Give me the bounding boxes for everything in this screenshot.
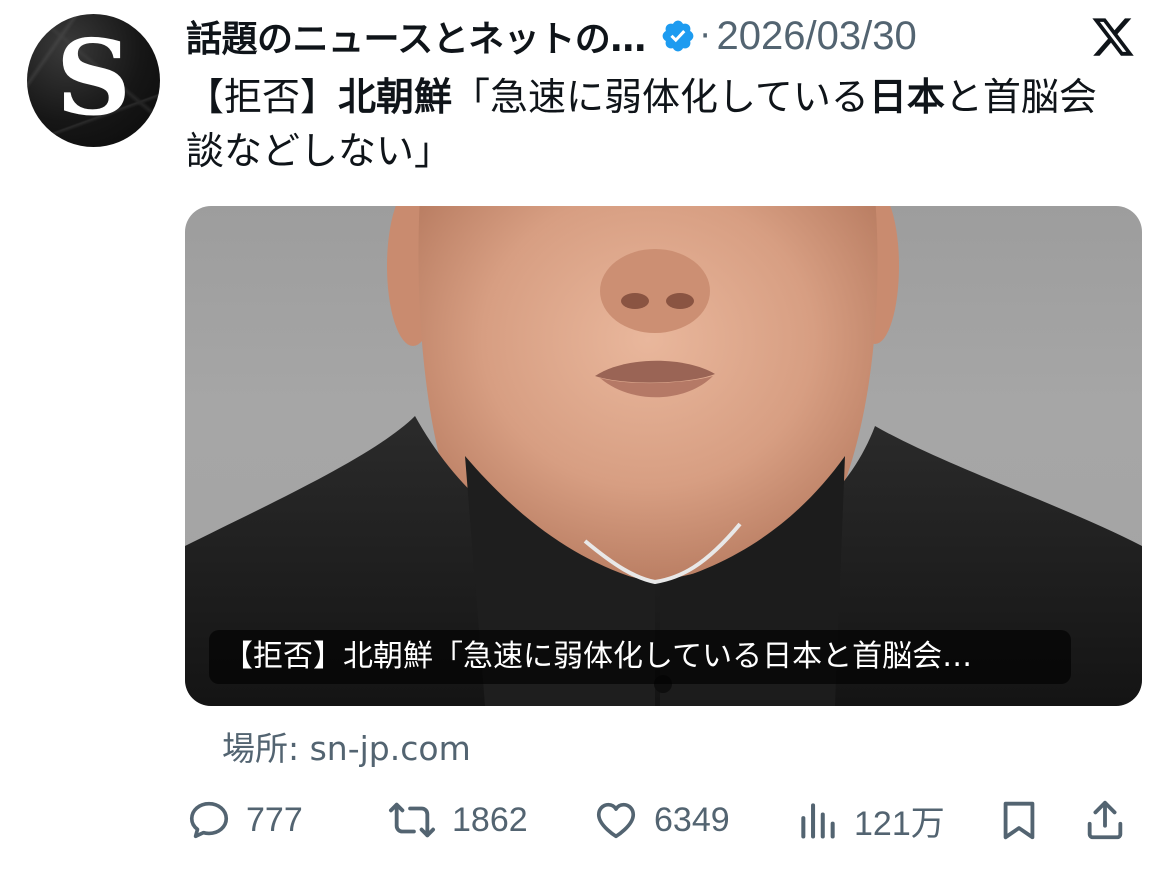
avatar-letter: S xyxy=(55,16,132,139)
reply-button[interactable]: 777 xyxy=(186,792,303,848)
post-text-part-bold: 日本 xyxy=(868,75,945,119)
card-source[interactable]: 場所: sn-jp.com xyxy=(222,722,471,770)
share-button[interactable] xyxy=(1082,792,1128,848)
post-header: 話題のニュースとネットの… · 2026/03/30 xyxy=(186,8,917,64)
link-card[interactable]: 【拒否】北朝鮮「急速に弱体化している日本と首脳会… xyxy=(185,206,1142,706)
repost-icon xyxy=(388,802,435,838)
like-count: 6349 xyxy=(654,800,730,839)
bookmark-icon xyxy=(1003,801,1035,840)
share-icon xyxy=(1087,800,1123,840)
repost-count: 1862 xyxy=(452,800,528,839)
reply-count: 777 xyxy=(246,800,303,839)
views-button[interactable]: 121万 xyxy=(796,792,945,848)
post-date[interactable]: 2026/03/30 xyxy=(717,14,917,59)
repost-button[interactable]: 1862 xyxy=(386,792,528,848)
author-avatar[interactable]: S xyxy=(27,14,160,147)
card-caption: 【拒否】北朝鮮「急速に弱体化している日本と首脳会… xyxy=(209,630,1071,684)
verified-badge-icon xyxy=(662,20,694,52)
x-logo-icon xyxy=(1092,18,1134,56)
views-icon xyxy=(801,803,835,839)
author-name[interactable]: 話題のニュースとネットの… xyxy=(186,10,646,62)
action-bar: 777 1862 6349 121万 xyxy=(186,792,1136,848)
bookmark-button[interactable] xyxy=(996,792,1042,848)
like-icon xyxy=(596,802,636,839)
views-count: 121万 xyxy=(854,804,945,843)
post-text-part: 「急速に弱体化している xyxy=(452,75,869,119)
like-button[interactable]: 6349 xyxy=(592,792,730,848)
reply-icon xyxy=(189,801,229,839)
post-text-part: 【拒否】 xyxy=(186,75,339,119)
header-separator: · xyxy=(699,16,711,56)
post-text-part-bold: 北朝鮮 xyxy=(338,75,453,119)
post-text: 【拒否】北朝鮮「急速に弱体化している日本と首脳会談などしない」 xyxy=(186,70,1126,178)
